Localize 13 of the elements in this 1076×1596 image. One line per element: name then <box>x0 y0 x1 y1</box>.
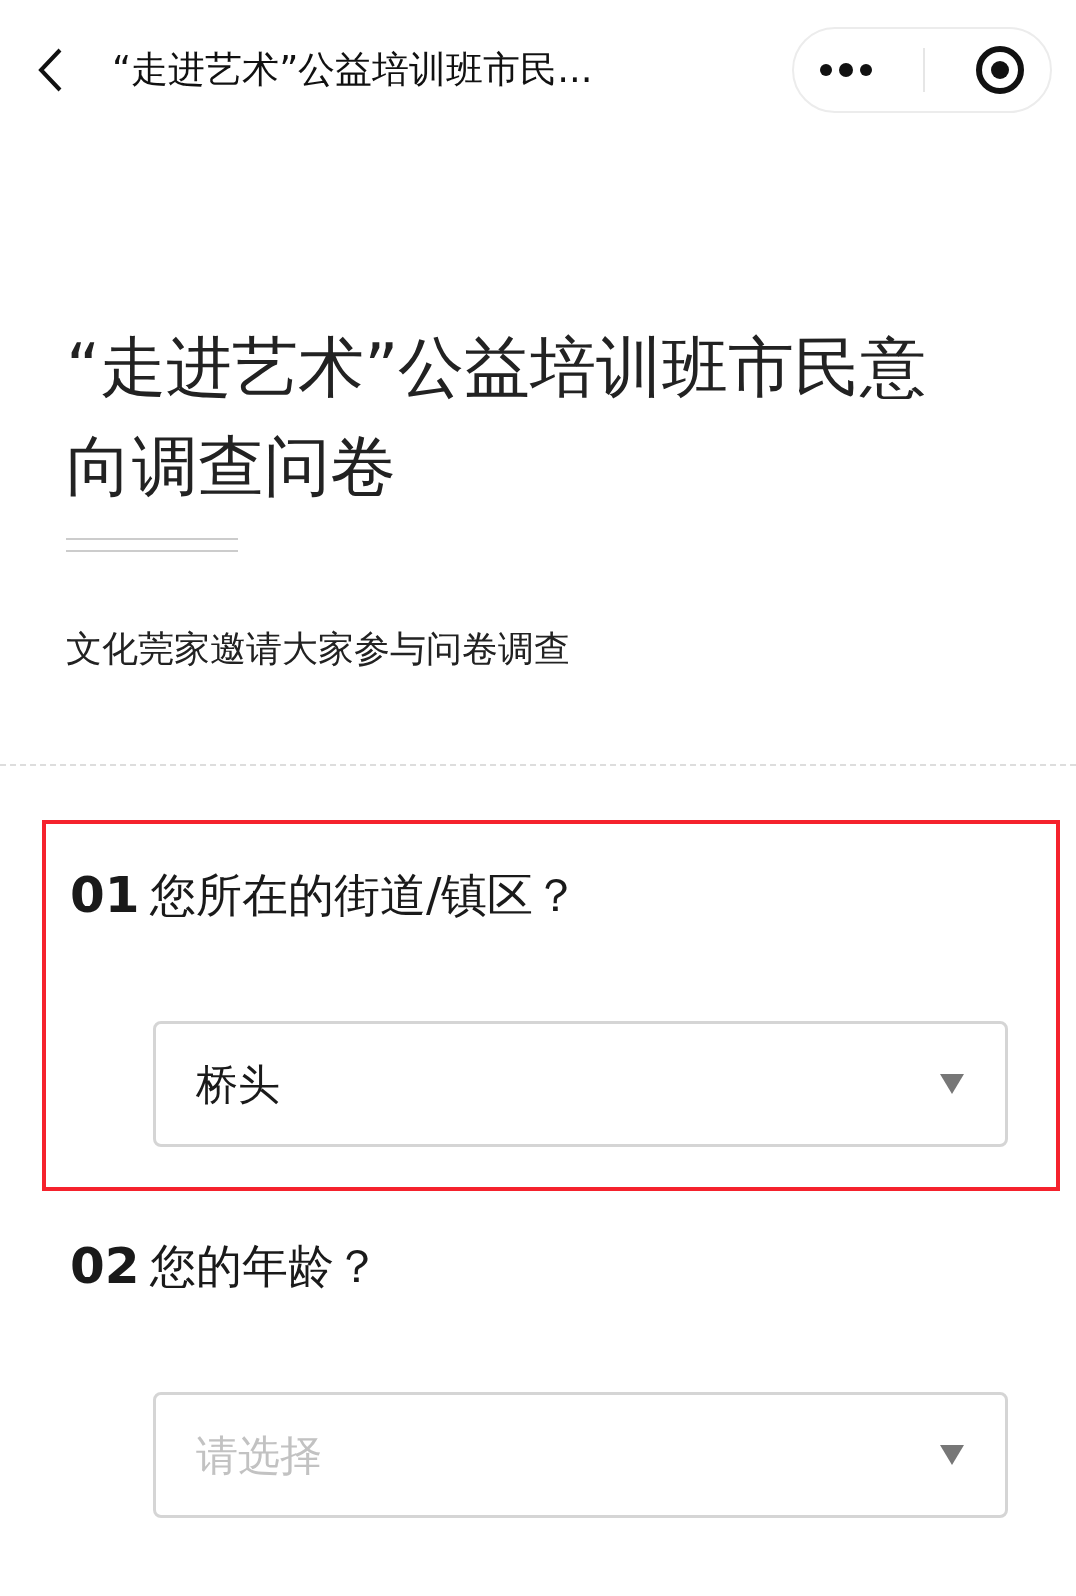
dropdown-icon <box>939 1073 965 1095</box>
survey-description: 文化莞家邀请大家参与问卷调查 <box>66 627 571 671</box>
question-number: 01 <box>70 865 141 926</box>
dropdown-icon <box>939 1444 965 1466</box>
more-icon[interactable] <box>819 63 873 77</box>
question-number: 02 <box>70 1236 141 1297</box>
question-text: 您的年龄？ <box>150 1238 380 1295</box>
question-text: 您所在的街道/镇区？ <box>150 867 580 924</box>
survey-title: “走进艺术”公益培训班市民意向调查问卷 <box>66 328 928 507</box>
close-icon[interactable] <box>975 45 1025 95</box>
select-field[interactable]: 桥头 <box>153 1021 1008 1147</box>
back-icon[interactable] <box>36 47 64 93</box>
page-title: “走进艺术”公益培训班市民... <box>112 47 594 94</box>
